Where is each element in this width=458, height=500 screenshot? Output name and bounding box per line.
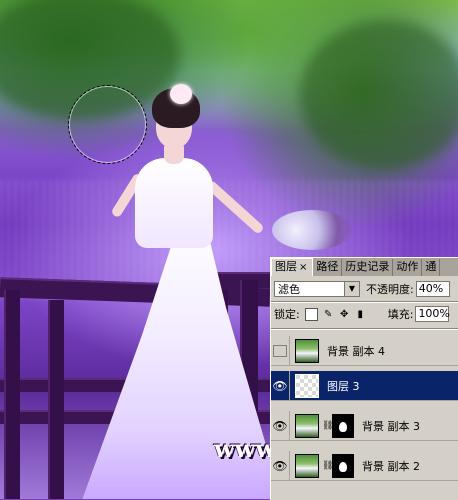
lock-fill-row: 锁定: ✎ ✥ ▮ 填充: 100% — [274, 305, 458, 323]
link-chain-icon[interactable]: ⛓ — [322, 421, 333, 431]
divider — [271, 328, 458, 330]
tab-history[interactable]: 历史记录 — [342, 259, 394, 276]
link-chain-icon[interactable]: ⛓ — [322, 461, 333, 471]
tab-actions[interactable]: 动作 — [393, 259, 423, 276]
layer-thumbnail — [295, 413, 319, 438]
mask-shape — [339, 421, 347, 432]
chevron-down-icon[interactable]: ▼ — [344, 282, 359, 296]
visibility-toggle[interactable]: 👁 — [271, 371, 290, 400]
layer-thumbnail — [295, 373, 319, 398]
eye-icon: 👁 — [272, 378, 288, 393]
fill-field[interactable]: 100% — [415, 306, 450, 322]
eye-icon: 👁 — [272, 458, 288, 473]
visibility-toggle[interactable]: 👁 — [271, 411, 290, 440]
visibility-toggle[interactable] — [271, 336, 290, 365]
layer-row[interactable]: 👁 ⛓ 背景 副本 2 — [271, 451, 458, 481]
divider — [271, 301, 458, 303]
close-icon[interactable]: × — [297, 262, 309, 273]
blend-mode-value: 滤色 — [278, 283, 300, 296]
blend-opacity-row: 滤色 ▼ 不透明度: 40% — [274, 280, 458, 298]
layer-thumbnail — [295, 338, 319, 363]
tab-label: 图层 — [275, 260, 297, 273]
layer-name: 背景 副本 4 — [327, 344, 385, 358]
layer-name: 背景 副本 2 — [362, 459, 420, 473]
layer-mask-thumbnail[interactable] — [332, 413, 354, 438]
layer-thumbnail — [295, 453, 319, 478]
opacity-label: 不透明度: — [366, 283, 414, 296]
layer-name: 背景 副本 3 — [362, 419, 420, 433]
layers-panel: 图层 × 路径 历史记录 动作 通 滤色 ▼ 不透明度: 40% 锁定: ✎ ✥ … — [270, 257, 458, 500]
bouquet — [272, 210, 352, 250]
elliptical-marquee-selection[interactable] — [68, 85, 147, 164]
lock-icon[interactable]: ▮ — [355, 309, 366, 320]
fence-post — [48, 300, 64, 499]
fill-label: 填充: — [387, 308, 414, 321]
dress-bodice — [135, 158, 213, 248]
hidden-eye-icon — [273, 344, 287, 357]
layer-row[interactable]: 👁 ⛓ 背景 副本 3 — [271, 411, 458, 441]
tab-channels[interactable]: 通 — [422, 259, 441, 276]
layer-mask-thumbnail[interactable] — [332, 453, 354, 478]
blend-mode-select[interactable]: 滤色 ▼ — [274, 281, 360, 297]
tab-paths[interactable]: 路径 — [313, 259, 343, 276]
move-icon[interactable]: ✥ — [339, 309, 350, 320]
tab-layers[interactable]: 图层 × — [271, 258, 314, 276]
eye-icon: 👁 — [272, 418, 288, 433]
hair-flower — [170, 84, 192, 104]
panel-tabs: 图层 × 路径 历史记录 动作 通 — [271, 258, 458, 276]
visibility-toggle[interactable]: 👁 — [271, 451, 290, 480]
layer-row-selected[interactable]: 👁 图层 3 — [271, 371, 458, 401]
lock-transparency-icon[interactable] — [304, 307, 318, 321]
lock-label: 锁定: — [274, 308, 300, 321]
layer-name: 图层 3 — [327, 379, 360, 393]
layer-row[interactable]: 背景 副本 4 — [271, 336, 458, 366]
fence-post — [4, 290, 20, 499]
mask-shape — [339, 461, 347, 472]
brush-icon[interactable]: ✎ — [323, 309, 334, 320]
opacity-field[interactable]: 40% — [415, 281, 450, 297]
tree-foliage-right — [300, 20, 458, 170]
